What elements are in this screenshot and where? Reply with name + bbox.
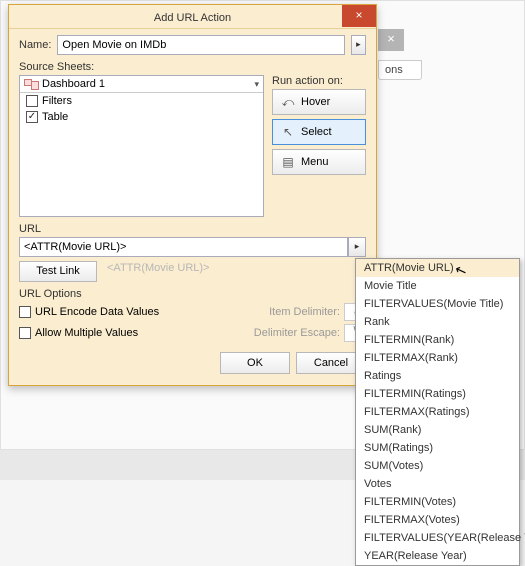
- dashboard-combo-value: Dashboard 1: [42, 78, 105, 90]
- dropdown-item[interactable]: SUM(Rank): [356, 421, 519, 439]
- dropdown-item[interactable]: FILTERMIN(Ratings): [356, 385, 519, 403]
- sheet-check-table[interactable]: ✓ Table: [20, 109, 263, 125]
- run-button-label: Menu: [301, 156, 329, 168]
- allow-multiple-option-label: Allow Multiple Values: [35, 327, 138, 339]
- dropdown-item[interactable]: SUM(Ratings): [356, 439, 519, 457]
- dropdown-item[interactable]: FILTERMAX(Votes): [356, 511, 519, 529]
- run-menu-button[interactable]: ▤ Menu: [272, 149, 366, 175]
- dropdown-item[interactable]: FILTERMAX(Rank): [356, 349, 519, 367]
- run-action-label: Run action on:: [272, 75, 366, 87]
- checkbox-icon[interactable]: [19, 327, 31, 339]
- url-options-label: URL Options: [19, 288, 366, 300]
- run-hover-button[interactable]: ⤺ Hover: [272, 89, 366, 115]
- run-select-button[interactable]: ↖ Select: [272, 119, 366, 145]
- item-delimiter-label: Item Delimiter:: [269, 306, 340, 318]
- dropdown-item[interactable]: ATTR(Movie URL): [356, 259, 519, 277]
- source-sheets-list[interactable]: Dashboard 1 ▾ Filters ✓ Table: [19, 75, 264, 217]
- name-field-menu-button[interactable]: ▸: [351, 35, 366, 55]
- field-dropdown[interactable]: ATTR(Movie URL)Movie TitleFILTERVALUES(M…: [355, 258, 520, 566]
- dropdown-item[interactable]: FILTERMIN(Votes): [356, 493, 519, 511]
- run-button-label: Select: [301, 126, 332, 138]
- dropdown-item[interactable]: Rank: [356, 313, 519, 331]
- background-tab-fragment: ons: [378, 60, 422, 80]
- source-sheets-label: Source Sheets:: [19, 61, 366, 73]
- delimiter-escape-label: Delimiter Escape:: [254, 327, 340, 339]
- run-button-label: Hover: [301, 96, 330, 108]
- test-link-button[interactable]: Test Link: [19, 261, 97, 282]
- dropdown-item[interactable]: Ratings: [356, 367, 519, 385]
- url-input[interactable]: [19, 237, 348, 257]
- dropdown-item[interactable]: FILTERVALUES(YEAR(Release Year)): [356, 529, 519, 547]
- url-section-label: URL: [19, 223, 366, 235]
- close-icon[interactable]: ×: [342, 5, 376, 27]
- url-encode-option-label: URL Encode Data Values: [35, 306, 159, 318]
- dropdown-item[interactable]: SUM(Votes): [356, 457, 519, 475]
- name-input[interactable]: [57, 35, 344, 55]
- dropdown-item[interactable]: FILTERVALUES(Movie Title): [356, 295, 519, 313]
- sheet-check-label: Table: [42, 111, 68, 123]
- chevron-down-icon: ▾: [254, 79, 259, 90]
- ok-button[interactable]: OK: [220, 352, 290, 374]
- hover-icon: ⤺: [281, 95, 295, 110]
- name-label: Name:: [19, 39, 51, 51]
- add-url-action-dialog: Add URL Action × Name: ▸ Source Sheets: …: [8, 4, 377, 386]
- checkbox-icon[interactable]: ✓: [26, 111, 38, 123]
- select-icon: ↖: [281, 125, 295, 139]
- dashboard-combo[interactable]: Dashboard 1 ▾: [20, 76, 263, 93]
- checkbox-icon[interactable]: [19, 306, 31, 318]
- sheet-check-filters[interactable]: Filters: [20, 93, 263, 109]
- dialog-title: Add URL Action: [154, 12, 231, 24]
- dropdown-item[interactable]: YEAR(Release Year): [356, 547, 519, 565]
- sheet-check-label: Filters: [42, 95, 72, 107]
- checkbox-icon[interactable]: [26, 95, 38, 107]
- dropdown-item[interactable]: FILTERMIN(Rank): [356, 331, 519, 349]
- url-field-menu-button[interactable]: ▸: [348, 237, 366, 257]
- dropdown-item[interactable]: Movie Title: [356, 277, 519, 295]
- url-hint-text: <ATTR(Movie URL)>: [107, 257, 209, 282]
- dashboard-icon: [24, 79, 38, 89]
- dropdown-item[interactable]: Votes: [356, 475, 519, 493]
- menu-icon: ▤: [281, 155, 295, 169]
- background-close-button[interactable]: ×: [378, 29, 404, 51]
- dialog-titlebar: Add URL Action ×: [9, 5, 376, 29]
- dropdown-item[interactable]: FILTERMAX(Ratings): [356, 403, 519, 421]
